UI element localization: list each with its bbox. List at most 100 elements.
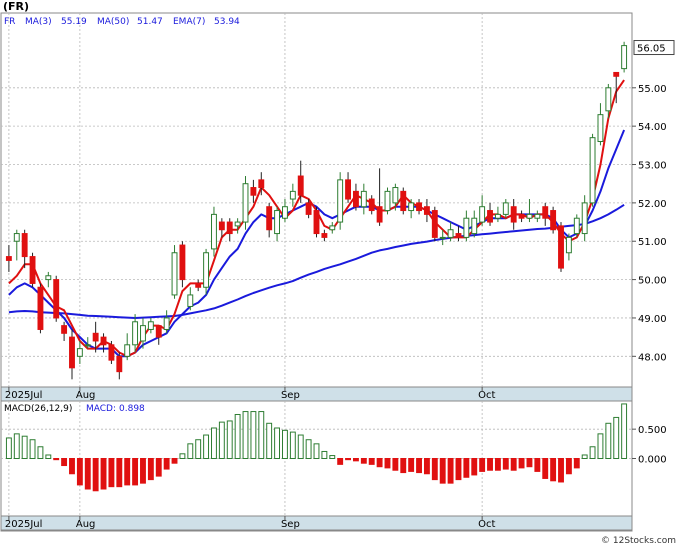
macd-bar	[92, 458, 99, 492]
candle	[400, 187, 407, 215]
candle	[29, 252, 36, 288]
macd-bar	[53, 458, 60, 461]
candle-body	[360, 190, 367, 208]
candle-body	[487, 210, 493, 223]
macd-bar	[297, 434, 304, 459]
macd-legend-value: 0.898	[119, 404, 145, 414]
macd-bar	[479, 458, 486, 472]
price-x-tick-label: Oct	[478, 390, 495, 401]
macd-bar	[108, 458, 115, 488]
candle-body	[61, 325, 68, 334]
macd-bar	[439, 458, 446, 484]
macd-bar	[211, 427, 217, 460]
candle-body	[53, 279, 60, 319]
candle	[242, 176, 249, 230]
macd-bar	[69, 458, 75, 475]
candle-body	[423, 206, 430, 215]
macd-bar	[29, 439, 36, 459]
candle-body	[108, 344, 115, 361]
legend-ma50-value: 51.47	[137, 17, 163, 27]
candle-body	[195, 282, 202, 288]
candle-body	[140, 325, 146, 342]
macd-bar	[155, 458, 162, 477]
macd-bar	[423, 458, 430, 475]
macd-bar	[518, 458, 525, 469]
macd-bar	[76, 458, 83, 486]
legend-ema-label: EMA(7)	[173, 17, 205, 27]
macd-legend-label: MACD:	[86, 404, 116, 414]
macd-bar	[61, 458, 68, 467]
macd-bar	[226, 420, 233, 459]
macd-bar	[218, 421, 225, 459]
candle	[558, 222, 564, 272]
candle	[337, 172, 344, 230]
macd-bar	[258, 411, 265, 459]
candle-body	[534, 213, 541, 219]
macd-bar	[613, 416, 620, 459]
candle-body	[163, 317, 170, 330]
candle	[431, 206, 438, 242]
macd-bar	[360, 458, 367, 464]
price-x-tick-label: Sep	[281, 390, 300, 401]
macd-bar	[447, 458, 454, 484]
candle-body	[258, 179, 265, 189]
macd-x-tick-label: Aug	[76, 519, 96, 530]
macd-bar	[37, 446, 44, 460]
price-y-tick-label: 54.00	[638, 122, 667, 133]
candle-body	[179, 244, 186, 281]
macd-bar	[203, 434, 210, 459]
candle-body	[526, 213, 533, 219]
candle-body	[211, 213, 217, 250]
candle-body	[565, 236, 572, 254]
candle-body	[155, 325, 162, 338]
macd-bar	[487, 458, 493, 471]
candle-body	[392, 187, 399, 204]
macd-bar	[171, 458, 178, 464]
candle-body	[605, 87, 612, 112]
candle-body	[471, 217, 478, 235]
candle-body	[502, 202, 509, 215]
macd-bar	[250, 411, 257, 459]
macd-bar	[313, 443, 320, 460]
candle-body	[289, 190, 296, 200]
macd-bar	[392, 458, 399, 471]
candle-body	[352, 190, 359, 208]
candle-body	[439, 236, 446, 239]
candle-body	[274, 210, 281, 235]
candle-body	[581, 202, 588, 235]
candle-body	[21, 233, 28, 258]
price-y-tick-label: 51.00	[638, 237, 667, 248]
macd-bar	[21, 435, 28, 459]
candle-body	[37, 286, 44, 330]
candle-body	[542, 206, 549, 219]
macd-bar	[321, 450, 328, 460]
macd-bar	[140, 458, 146, 484]
candle-body	[92, 332, 99, 342]
candle-body	[187, 294, 194, 307]
price-panel: 48.00 49.00 50.00 51.00 52.00 53.00 54.00 55.00…	[0, 12, 675, 402]
macd-bar	[147, 458, 154, 481]
candle-body	[455, 233, 462, 238]
price-x-axis: 2025Jul Aug Sep Oct	[0, 386, 633, 402]
macd-bar	[408, 458, 415, 472]
macd-bar	[274, 427, 281, 460]
candle-body	[376, 206, 383, 223]
macd-bar	[329, 455, 336, 459]
macd-bar	[195, 439, 202, 459]
candle-body	[510, 206, 517, 223]
candle-body	[408, 202, 415, 212]
candle-body	[431, 210, 438, 238]
macd-x-tick-label: Oct	[478, 519, 495, 530]
legend-symbol: FR	[4, 17, 15, 27]
macd-bar	[132, 458, 139, 486]
macd-legend-params: MACD(26,12,9)	[4, 404, 72, 414]
price-y-tick-label: 52.00	[638, 199, 667, 210]
candle-body	[13, 233, 20, 242]
candle-body	[573, 217, 580, 235]
macd-bar	[5, 437, 12, 460]
candle	[53, 275, 60, 322]
macd-bar	[542, 458, 549, 479]
candle-body	[226, 221, 233, 235]
candle-body	[494, 213, 501, 219]
candle-body	[5, 256, 12, 261]
